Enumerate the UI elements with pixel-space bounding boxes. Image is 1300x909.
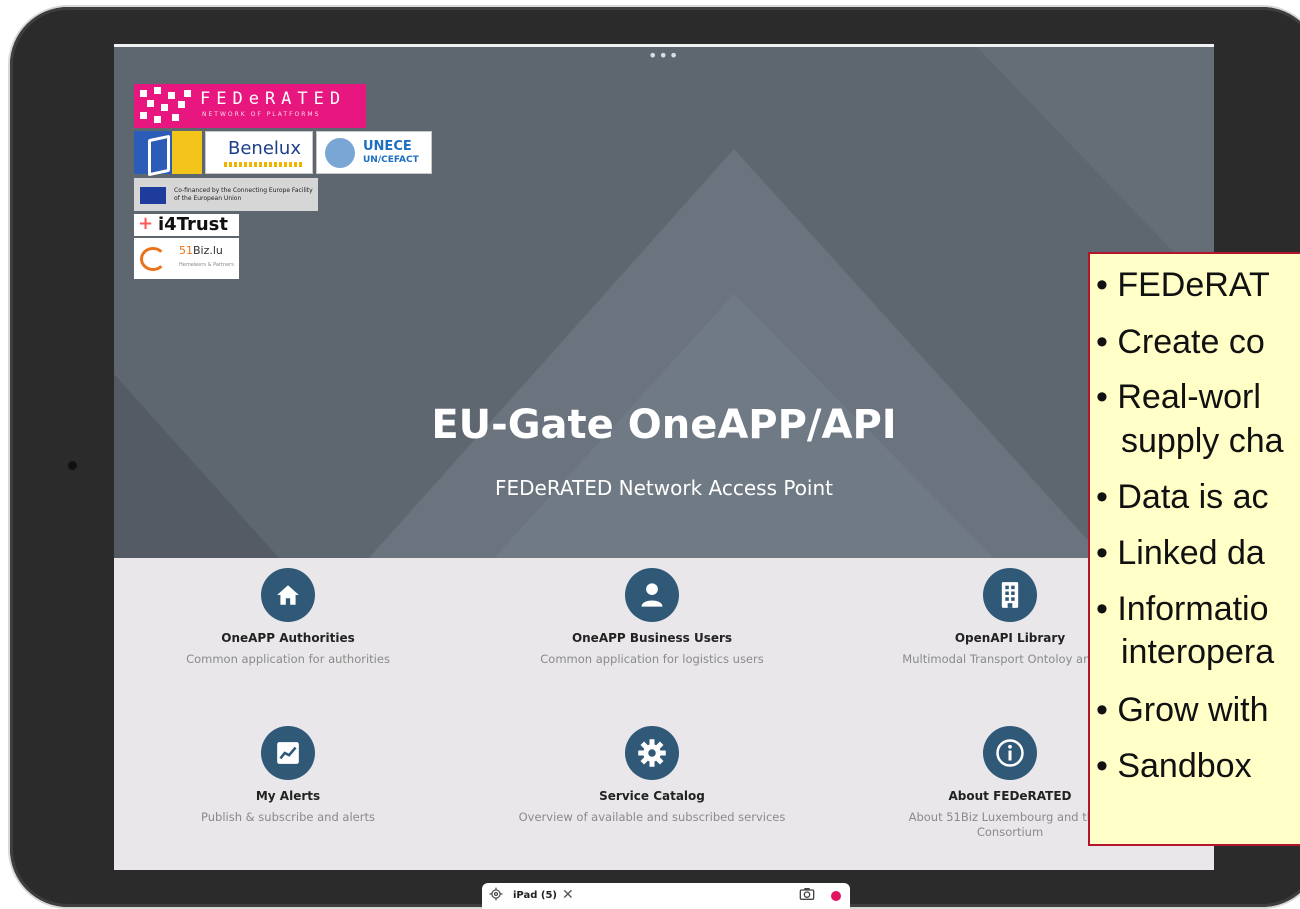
building-icon xyxy=(983,568,1037,622)
hero-banner: ••• FEDeRATED NETWORK OF PLATFORMS Benel… xyxy=(114,44,1214,558)
unece-logo: UNECE UN/CEFACT xyxy=(316,131,432,174)
record-indicator-icon[interactable] xyxy=(831,891,841,901)
callout-bullet: • Linked da xyxy=(1096,534,1265,572)
eu-cef-logo: Co-financed by the Connecting Europe Fac… xyxy=(134,178,318,211)
orbit-icon xyxy=(140,247,166,271)
tile-service-catalog[interactable]: Service Catalog Overview of available an… xyxy=(472,726,832,825)
tile-description: Common application for authorities xyxy=(186,652,390,666)
chart-icon xyxy=(261,726,315,780)
tile-title: OneAPP Authorities xyxy=(221,631,355,645)
un-emblem-icon xyxy=(325,138,355,168)
federated-logo-subtitle: NETWORK OF PLATFORMS xyxy=(202,111,321,118)
page-subtitle: FEDeRATED Network Access Point xyxy=(494,476,834,500)
eu-flag-icon xyxy=(140,187,166,204)
close-icon[interactable]: ✕ xyxy=(562,887,574,903)
ipad-camera xyxy=(67,460,78,471)
device-label: iPad (5) xyxy=(513,890,557,901)
callout-bullet-continuation: interopera xyxy=(1121,633,1275,671)
51biz-logo-text: 51Biz.lu xyxy=(179,244,223,257)
multitask-dots-icon[interactable]: ••• xyxy=(648,48,679,64)
tile-oneapp-authorities[interactable]: OneAPP Authorities Common application fo… xyxy=(114,568,468,667)
51biz-tagline: Hemeleers & Partners xyxy=(179,262,234,268)
app-screen: ••• FEDeRATED NETWORK OF PLATFORMS Benel… xyxy=(114,44,1214,870)
51biz-logo: 51Biz.lu Hemeleers & Partners xyxy=(134,238,239,279)
tile-title: My Alerts xyxy=(255,789,321,803)
callout-bullet: • Grow with xyxy=(1096,691,1269,729)
simulator-tray: iPad (5) ✕ xyxy=(482,883,850,909)
callout-bullet: • Data is ac xyxy=(1096,478,1269,516)
info-icon xyxy=(983,726,1037,780)
gear-icon xyxy=(625,726,679,780)
callout-bullet: • Sandbox xyxy=(1096,747,1252,785)
tile-description: Common application for logistics users xyxy=(540,652,764,666)
fenix-logo xyxy=(134,131,202,177)
i4trust-logo: + i4Trust xyxy=(134,213,239,236)
tile-title: Service Catalog xyxy=(599,789,705,803)
eu-cef-text: Co-financed by the Connecting Europe Fac… xyxy=(174,187,313,202)
settings-gear-icon[interactable] xyxy=(489,887,503,901)
camera-icon[interactable] xyxy=(799,887,815,901)
callout-bullet: • Real-worl xyxy=(1096,378,1261,416)
user-icon xyxy=(625,568,679,622)
benelux-logo-text: Benelux xyxy=(228,138,301,159)
i4trust-logo-text: i4Trust xyxy=(158,214,229,235)
callout-bullet: • Create co xyxy=(1096,323,1265,361)
cefact-logo-text: UN/CEFACT xyxy=(363,155,419,165)
callout-bullet-continuation: supply cha xyxy=(1121,422,1284,460)
benelux-logo: Benelux xyxy=(205,131,313,174)
plus-icon: + xyxy=(138,213,154,234)
tile-oneapp-business-users[interactable]: OneAPP Business Users Common application… xyxy=(472,568,832,667)
tile-description: Overview of available and subscribed ser… xyxy=(518,810,786,824)
callout-bullet: • FEDeRAT xyxy=(1096,266,1270,304)
page-title: EU-Gate OneAPP/API xyxy=(431,402,897,448)
unece-logo-text: UNECE xyxy=(363,139,412,154)
federated-logo: FEDeRATED NETWORK OF PLATFORMS xyxy=(134,84,366,128)
tile-description: Publish & subscribe and alerts xyxy=(201,810,375,824)
slide-callout: • FEDeRAT • Create co • Real-worl supply… xyxy=(1088,252,1300,846)
federated-logo-name: FEDeRATED xyxy=(200,89,347,109)
home-icon xyxy=(261,568,315,622)
callout-bullet: • Informatio xyxy=(1096,590,1269,628)
tile-title: OneAPP Business Users xyxy=(571,631,733,645)
tile-my-alerts[interactable]: My Alerts Publish & subscribe and alerts xyxy=(114,726,468,825)
